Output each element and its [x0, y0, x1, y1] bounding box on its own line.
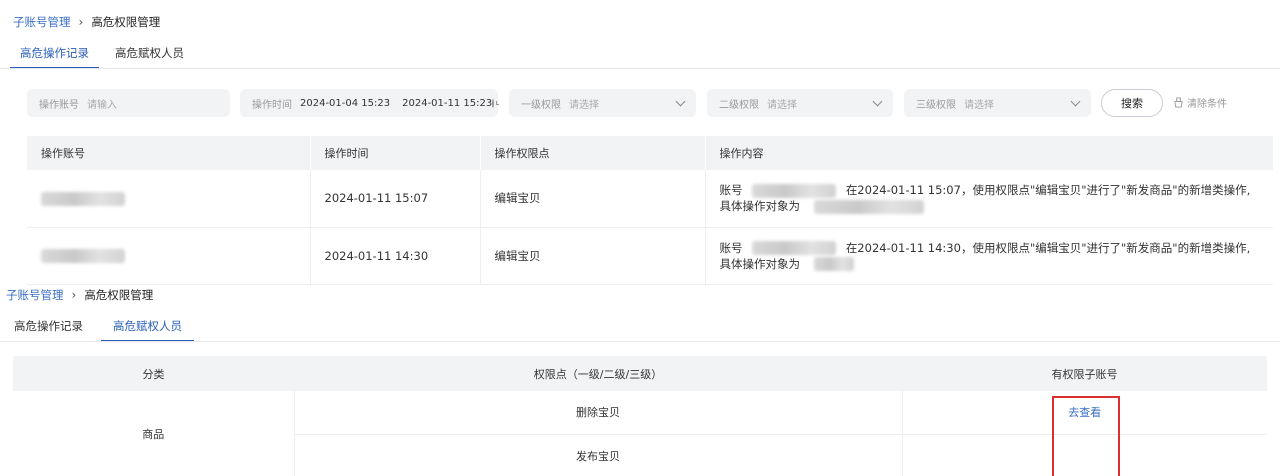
tab-high-risk-operation-log[interactable]: 高危操作记录: [10, 38, 99, 69]
account-cell: [27, 227, 311, 285]
clock-icon: [492, 98, 500, 108]
column-header-permission-point: 权限点（一级/二级/三级）: [294, 356, 902, 391]
permission-cell: 发布宝贝: [294, 434, 903, 476]
time-cell: 2024-01-11 15:07: [310, 170, 481, 228]
chevron-down-icon: [1070, 96, 1081, 106]
content-cell: 账号 在2024-01-11 14:30，使用权限点"编辑宝贝"进行了"新发商品…: [705, 227, 1273, 285]
tab-label: 高危赋权人员: [113, 319, 182, 333]
chevron-down-icon: [675, 96, 686, 106]
breadcrumb-secondary: 子账号管理 › 高危权限管理: [6, 287, 154, 303]
level1-placeholder: 请选择: [569, 99, 599, 111]
content-line-1: 账号 在2024-01-11 14:30，使用权限点"编辑宝贝"进行了"新发商品…: [720, 240, 1262, 256]
redacted-account: [41, 191, 125, 206]
breadcrumb-current: 高危权限管理: [91, 15, 161, 29]
redacted-account: [752, 241, 837, 255]
time-field-label: 操作时间: [252, 99, 292, 111]
tab-bar-secondary: 高危操作记录 高危赋权人员: [4, 311, 194, 342]
content-line-2: 具体操作对象为: [720, 256, 1262, 272]
tab-bar: 高危操作记录 高危赋权人员: [10, 38, 194, 69]
time-range-picker[interactable]: 操作时间 2024-01-04 15:23 2024-01-11 15:23: [240, 89, 500, 117]
table-header-row: 操作账号 操作时间 操作权限点 操作内容: [27, 136, 1274, 170]
redacted-account: [752, 183, 837, 198]
account-field-label: 操作账号: [39, 99, 79, 111]
level2-placeholder: 请选择: [767, 99, 797, 111]
clear-conditions-button[interactable]: 清除条件: [1173, 95, 1227, 110]
column-header-permission: 操作权限点: [480, 136, 706, 170]
time-start-value: 2024-01-04 15:23: [300, 97, 391, 109]
content-line-2: 具体操作对象为: [720, 198, 1262, 214]
tab-high-risk-authorized-staff[interactable]: 高危赋权人员: [101, 311, 194, 342]
time-cell: 2024-01-11 14:30: [310, 227, 481, 285]
time-end-value: 2024-01-11 15:23: [402, 97, 493, 109]
column-header-time: 操作时间: [310, 136, 481, 170]
breadcrumb-separator: ›: [71, 288, 77, 302]
clear-conditions-label: 清除条件: [1187, 99, 1227, 110]
highlight-annotation-box: [1052, 396, 1120, 476]
tab-divider: [0, 341, 1280, 342]
redacted-target: [813, 257, 854, 271]
content-line-1: 账号 在2024-01-11 15:07，使用权限点"编辑宝贝"进行了"新发商品…: [720, 182, 1262, 198]
content-prefix: 账号: [719, 183, 743, 198]
table-row: 2024-01-11 15:07 编辑宝贝 账号 在2024-01-11 15:…: [27, 170, 1273, 228]
tab-label: 高危操作记录: [20, 46, 89, 60]
column-header-category: 分类: [13, 356, 294, 391]
breadcrumb-current: 高危权限管理: [84, 288, 154, 302]
tab-high-risk-operation-log[interactable]: 高危操作记录: [4, 311, 93, 341]
column-header-sub-accounts: 有权限子账号: [902, 356, 1267, 391]
content-main: 在2024-01-11 14:30，使用权限点"编辑宝贝"进行了"新发商品"的新…: [845, 240, 1251, 255]
level2-permission-select[interactable]: 二级权限 请选择: [707, 89, 893, 117]
table-row: 2024-01-11 14:30 编辑宝贝 账号 在2024-01-11 14:…: [27, 227, 1273, 285]
account-field-placeholder: 请输入: [87, 99, 117, 111]
account-search-input[interactable]: 操作账号 请输入: [27, 89, 230, 117]
tab-divider: [0, 68, 1280, 69]
operation-log-table: 操作账号 操作时间 操作权限点 操作内容 2024-01-11 15:07 编辑…: [27, 136, 1274, 285]
broom-icon: [1174, 97, 1183, 108]
permission-cell: 编辑宝贝: [480, 227, 706, 285]
permission-cell: 删除宝贝: [294, 391, 903, 435]
redacted-account: [41, 248, 125, 263]
level3-permission-select[interactable]: 三级权限 请选择: [904, 89, 1091, 117]
chevron-down-icon: [872, 96, 883, 106]
breadcrumb-parent-link[interactable]: 子账号管理: [13, 14, 71, 30]
content-cell: 账号 在2024-01-11 15:07，使用权限点"编辑宝贝"进行了"新发商品…: [705, 170, 1273, 228]
redacted-target: [813, 199, 924, 214]
breadcrumb-separator: ›: [78, 15, 84, 29]
content-target-label: 具体操作对象为: [719, 256, 801, 271]
content-target-label: 具体操作对象为: [719, 199, 801, 214]
content-main: 在2024-01-11 15:07，使用权限点"编辑宝贝"进行了"新发商品"的新…: [845, 183, 1251, 198]
level2-label: 二级权限: [719, 99, 759, 111]
account-cell: [27, 170, 311, 228]
column-header-account: 操作账号: [27, 136, 311, 170]
search-button[interactable]: 搜索: [1101, 89, 1163, 117]
column-header-content: 操作内容: [705, 136, 1274, 170]
level1-label: 一级权限: [521, 99, 561, 111]
level1-permission-select[interactable]: 一级权限 请选择: [509, 89, 696, 117]
tab-label: 高危操作记录: [14, 319, 83, 333]
breadcrumb: 子账号管理 › 高危权限管理: [13, 14, 160, 30]
tab-high-risk-authorized-staff[interactable]: 高危赋权人员: [105, 38, 194, 68]
content-prefix: 账号: [719, 240, 743, 255]
tab-label: 高危赋权人员: [115, 46, 184, 60]
category-cell: 商品: [13, 391, 295, 476]
level3-placeholder: 请选择: [964, 99, 994, 111]
permission-cell: 编辑宝贝: [480, 170, 706, 228]
level3-label: 三级权限: [916, 99, 956, 111]
breadcrumb-parent-link[interactable]: 子账号管理: [6, 287, 64, 303]
table-header-row: 分类 权限点（一级/二级/三级） 有权限子账号: [13, 356, 1267, 391]
